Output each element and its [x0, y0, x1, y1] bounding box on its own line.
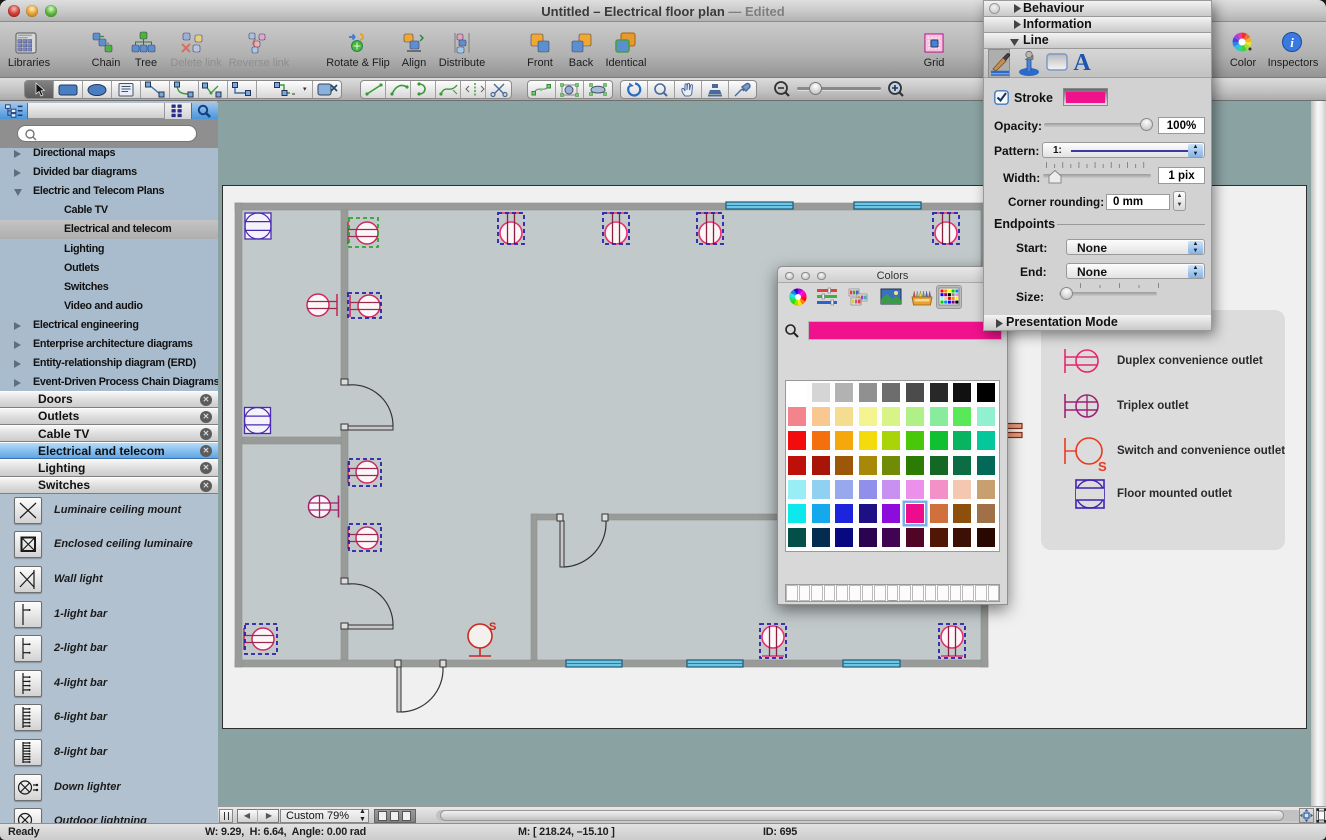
svg-text:i: i [1290, 35, 1294, 50]
svg-text:S: S [1098, 459, 1107, 474]
